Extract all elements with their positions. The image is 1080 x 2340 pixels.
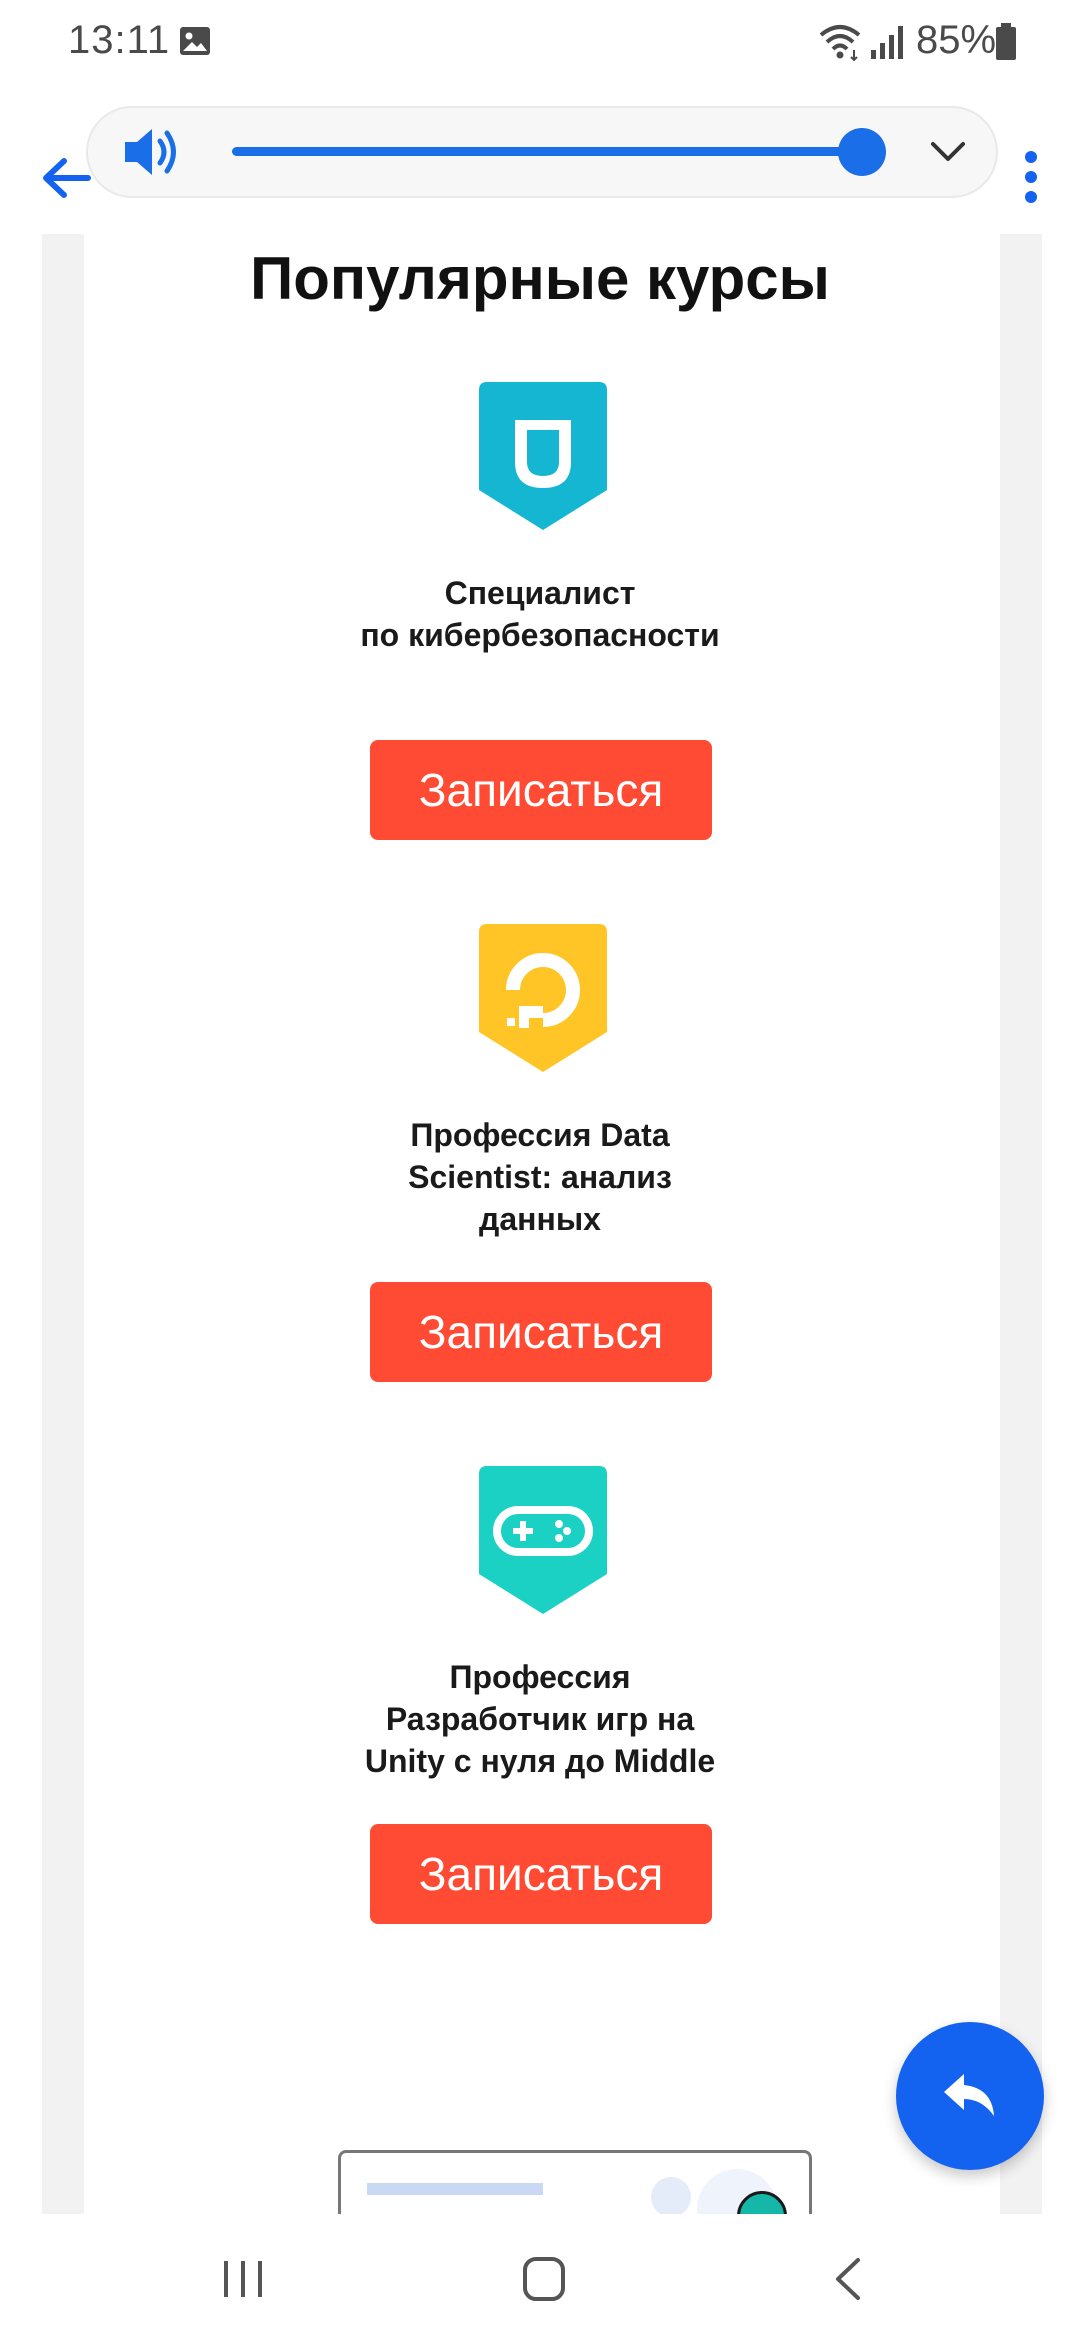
side-gutter-right xyxy=(1000,234,1042,2214)
section-title: Популярные курсы xyxy=(250,245,830,312)
digitalocean-icon xyxy=(479,924,607,1072)
enroll-button[interactable]: Записаться xyxy=(370,740,712,840)
shield-icon xyxy=(479,382,607,530)
battery-icon xyxy=(996,23,1016,60)
enroll-button[interactable]: Записаться xyxy=(370,1282,712,1382)
side-gutter-left xyxy=(42,234,84,2214)
course-title-line: Unity с нуля до Middle xyxy=(364,1743,716,1779)
course-title-line: Специалист xyxy=(444,575,636,611)
course-title-line: Профессия Data xyxy=(410,1117,670,1153)
signal-icon xyxy=(871,26,903,59)
course-title: Специалист по кибербезопасности xyxy=(290,572,790,656)
reply-icon xyxy=(944,2074,994,2116)
gallery-icon xyxy=(180,27,210,55)
course-title: Профессия Data Scientist: анализ данных xyxy=(290,1114,790,1240)
course-title: Профессия Разработчик игр на Unity с нул… xyxy=(290,1656,790,1782)
battery-percent: 85% xyxy=(916,18,997,62)
gamepad-icon xyxy=(479,1466,607,1614)
status-time: 13:11 xyxy=(68,18,171,62)
course-title-line: по кибербезопасности xyxy=(360,617,720,653)
recent-apps-icon[interactable] xyxy=(220,2256,266,2302)
back-icon[interactable] xyxy=(828,2256,868,2302)
chevron-down-icon[interactable] xyxy=(928,134,968,170)
volume-track[interactable] xyxy=(232,147,862,156)
enroll-button[interactable]: Записаться xyxy=(370,1824,712,1924)
course-title-line: данных xyxy=(479,1201,601,1237)
course-title-line: Разработчик игр на xyxy=(385,1701,695,1737)
promo-card-bar xyxy=(367,2183,543,2195)
wifi-icon xyxy=(819,25,861,62)
reply-fab[interactable] xyxy=(896,2022,1044,2170)
home-icon[interactable] xyxy=(520,2254,568,2304)
course-title-line: Scientist: анализ xyxy=(408,1159,672,1195)
volume-slider-thumb[interactable] xyxy=(838,128,886,176)
speaker-icon[interactable] xyxy=(120,124,184,180)
promo-card-decor xyxy=(651,2177,691,2217)
course-title-line: Профессия xyxy=(449,1659,631,1695)
more-vert-icon[interactable] xyxy=(1018,148,1044,206)
